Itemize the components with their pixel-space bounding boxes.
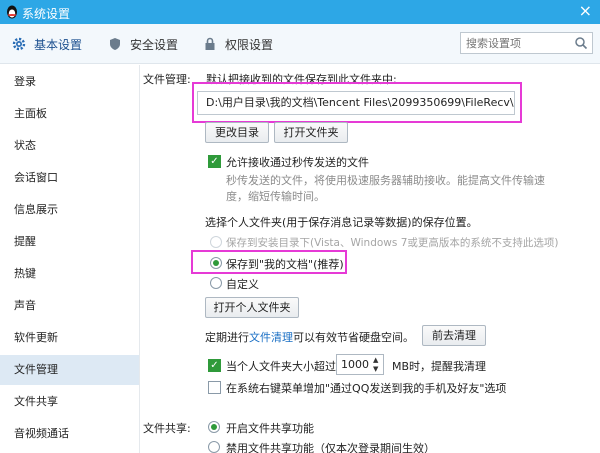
my-docs-highlight-box <box>191 250 347 274</box>
sidebar-item-av-call[interactable]: 音视频通话 <box>0 419 139 449</box>
opt-disable-sharing-label: 禁用文件共享功能（仅本次登录期间生效） <box>226 442 435 453</box>
personal-folder-desc: 选择个人文件夹(用于保存消息记录等数据)的保存位置。 <box>205 216 478 229</box>
allow-instant-label: 允许接收通过秒传发送的文件 <box>226 156 369 169</box>
search-icon[interactable] <box>574 36 588 50</box>
sidebar-item-hotkeys[interactable]: 热键 <box>0 259 139 289</box>
close-button[interactable]: × <box>579 2 592 20</box>
open-personal-folder-button[interactable]: 打开个人文件夹 <box>205 297 299 318</box>
tab-permission-settings[interactable]: 权限设置 <box>203 35 273 53</box>
qq-penguin-icon <box>7 5 17 19</box>
sidebar-item-login[interactable]: 登录 <box>0 67 139 97</box>
context-menu-checkbox[interactable] <box>208 381 221 394</box>
opt-custom-label: 自定义 <box>226 278 259 291</box>
sidebar-item-chat-window[interactable]: 会话窗口 <box>0 163 139 193</box>
lock-icon <box>205 37 215 50</box>
sidebar-item-file-management[interactable]: 文件管理 <box>0 355 139 385</box>
sidebar-item-status[interactable]: 状态 <box>0 131 139 161</box>
stepper-up-icon[interactable]: ▲ <box>373 356 381 364</box>
sidebar-item-reminder[interactable]: 提醒 <box>0 227 139 257</box>
tab-label: 基本设置 <box>34 37 83 52</box>
stepper-down-icon[interactable]: ▼ <box>373 365 381 373</box>
tab-label: 安全设置 <box>130 37 179 52</box>
tab-basic-settings[interactable]: 基本设置 <box>12 35 82 53</box>
radio-disable-sharing[interactable] <box>208 441 220 453</box>
change-directory-button[interactable]: 更改目录 <box>205 122 269 143</box>
cleanup-prefix: 定期进行 <box>205 331 249 344</box>
size-stepper[interactable]: 1000 ▲ ▼ <box>336 354 384 375</box>
size-reminder-checkbox[interactable]: ✓ <box>208 359 221 372</box>
allow-instant-checkbox[interactable]: ✓ <box>208 155 221 168</box>
size-reminder-suffix: MB时，提醒我清理 <box>392 360 487 373</box>
file-share-section-label: 文件共享: <box>143 422 191 435</box>
tab-security-settings[interactable]: 安全设置 <box>108 35 178 53</box>
size-reminder-prefix: 当个人文件夹大小超过 <box>226 360 336 373</box>
instant-desc-line1: 秒传发送的文件，将使用极速服务器辅助接收。能提高文件传输速 <box>226 174 545 187</box>
tab-label: 权限设置 <box>225 37 274 52</box>
context-menu-label: 在系统右键菜单增加"通过QQ发送到我的手机及好友"选项 <box>226 382 507 395</box>
file-mgmt-section-label: 文件管理: <box>143 73 191 86</box>
sidebar-item-file-sharing[interactable]: 文件共享 <box>0 387 139 417</box>
title-bar: 系统设置 × <box>0 0 600 24</box>
cleanup-text: 定期进行文件清理可以有效节省硬盘空间。 <box>205 329 414 345</box>
sidebar-item-main-panel[interactable]: 主面板 <box>0 99 139 129</box>
search-box[interactable] <box>460 32 593 54</box>
sidebar-item-sound[interactable]: 声音 <box>0 291 139 321</box>
tab-bar: 基本设置 安全设置 权限设置 <box>0 24 600 64</box>
sidebar-item-info-display[interactable]: 信息展示 <box>0 195 139 225</box>
shield-icon <box>110 38 120 50</box>
radio-enable-sharing[interactable] <box>208 421 220 433</box>
path-highlight-box <box>192 82 522 123</box>
instant-desc-line2: 度，缩短传输时间。 <box>226 190 325 203</box>
opt-enable-sharing-label: 开启文件共享功能 <box>226 422 314 435</box>
gear-icon <box>12 37 26 51</box>
window-title: 系统设置 <box>22 7 71 21</box>
opt-install-dir-label: 保存到安装目录下(Vista、Windows 7或更高版本的系统不支持此选项) <box>226 237 559 249</box>
file-cleanup-link[interactable]: 文件清理 <box>249 331 293 344</box>
radio-custom[interactable] <box>210 277 222 289</box>
radio-install-dir[interactable] <box>210 236 222 248</box>
go-cleanup-button[interactable]: 前去清理 <box>422 325 486 346</box>
search-input[interactable] <box>461 33 571 53</box>
size-value[interactable]: 1000 <box>341 358 369 371</box>
cleanup-suffix: 可以有效节省硬盘空间。 <box>293 331 414 344</box>
open-folder-button[interactable]: 打开文件夹 <box>274 122 348 143</box>
sidebar-item-software-update[interactable]: 软件更新 <box>0 323 139 353</box>
sidebar: 登录 主面板 状态 会话窗口 信息展示 提醒 热键 声音 软件更新 文件管理 文… <box>0 65 140 453</box>
